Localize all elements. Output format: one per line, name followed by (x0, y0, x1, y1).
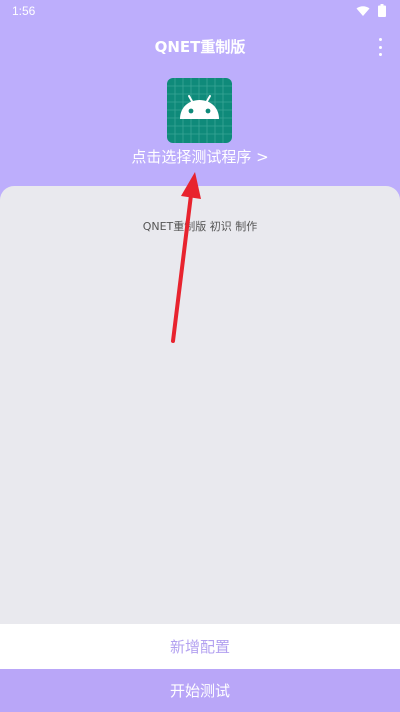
add-config-button[interactable]: 新增配置 (0, 624, 400, 669)
status-icons (356, 4, 386, 17)
start-test-button[interactable]: 开始测试 (0, 669, 400, 712)
status-time: 1:56 (12, 4, 36, 18)
android-icon[interactable] (167, 78, 232, 143)
credits-text: QNET重制版 初识 制作 (142, 220, 258, 233)
more-vert-icon[interactable] (372, 38, 388, 56)
app-title: QNET重制版 (154, 38, 246, 56)
content-card (0, 186, 400, 626)
battery-icon (378, 4, 386, 17)
select-program-link[interactable]: 点击选择测试程序 > (0, 146, 400, 167)
wifi-icon (356, 5, 370, 16)
status-bar: 1:56 (0, 0, 400, 24)
